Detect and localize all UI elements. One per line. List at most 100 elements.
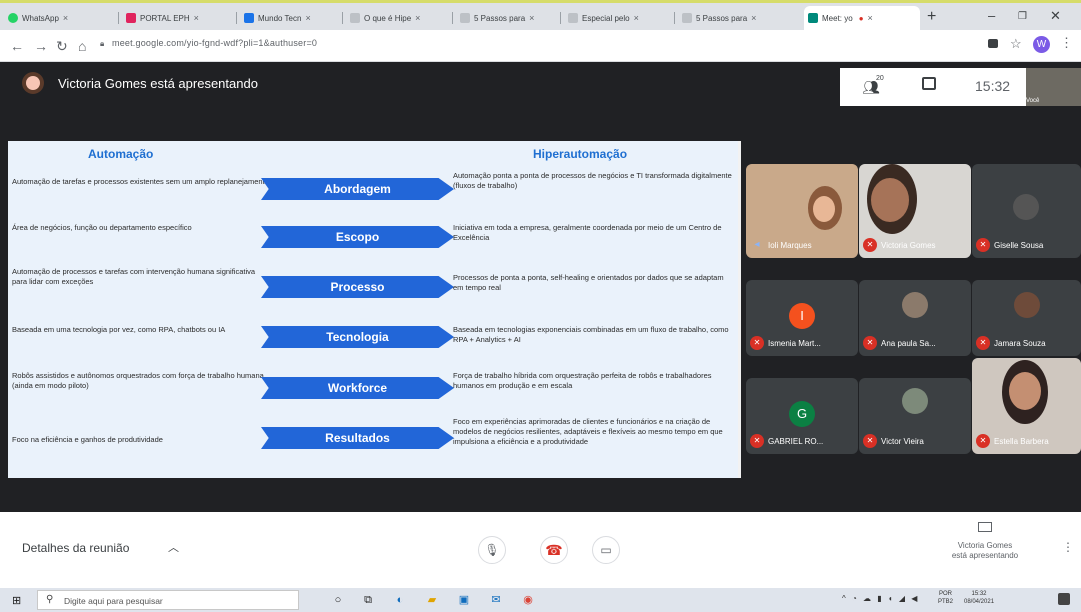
mail-icon[interactable]: ✉ bbox=[488, 592, 504, 608]
chat-icon[interactable] bbox=[922, 77, 936, 90]
bookmark-star-icon[interactable]: ☆ bbox=[1010, 36, 1022, 52]
slide-row-right-text: Iniciativa em toda a empresa, geralmente… bbox=[453, 223, 722, 242]
mic-off-icon: ✕ bbox=[976, 434, 990, 448]
close-tab-icon[interactable]: × bbox=[529, 13, 534, 23]
slide-row: Foco na eficiência e ganhos de produtivi… bbox=[8, 413, 741, 461]
profile-avatar[interactable]: W bbox=[1033, 36, 1050, 53]
task-view-icon[interactable]: ⧉ bbox=[360, 592, 376, 608]
page-icon bbox=[568, 13, 578, 23]
tab-meet[interactable]: Meet: yo ● × bbox=[804, 6, 920, 30]
participant-tile[interactable]: ✕ Victoria Gomes bbox=[859, 164, 971, 258]
edge-icon[interactable]: ◐ bbox=[392, 592, 408, 608]
tab-passos-2[interactable]: 5 Passos para × bbox=[678, 6, 778, 30]
taskbar-clock[interactable]: 15:32 08/04/2021 bbox=[964, 590, 994, 606]
store-icon[interactable]: ▣ bbox=[456, 592, 472, 608]
microphone-icon: 🎙︎ bbox=[484, 543, 500, 557]
participant-face bbox=[1009, 372, 1041, 410]
meet-top-controls: 👥︎ 20 15:32 Você bbox=[840, 68, 1081, 106]
mic-off-icon: ✕ bbox=[750, 336, 764, 350]
mic-on-icon: ◂ bbox=[754, 239, 760, 250]
search-icon: ⚲ bbox=[46, 594, 54, 605]
system-tray-icons[interactable]: ^ ◔ ☁ ▮ ◖ ◢ ◀ bbox=[842, 594, 919, 603]
page-icon bbox=[350, 13, 360, 23]
windows-start-icon[interactable]: ⊞ bbox=[12, 594, 21, 607]
participant-name: Victor Vieira bbox=[881, 437, 924, 446]
slide-row-left-text: Área de negócios, função ou departamento… bbox=[12, 223, 192, 232]
presenting-status[interactable]: Victoria Gomes está apresentando bbox=[935, 522, 1035, 561]
microphone-button[interactable]: 🎙︎ bbox=[478, 536, 506, 564]
participant-tile[interactable]: ✕ Giselle Sousa bbox=[972, 164, 1081, 258]
home-icon[interactable]: ⌂ bbox=[78, 38, 86, 54]
participant-initial-avatar: I bbox=[789, 302, 815, 329]
participant-face bbox=[871, 178, 909, 222]
window-close-icon[interactable]: ✕ bbox=[1050, 8, 1061, 24]
self-view-tile[interactable]: Você bbox=[1026, 68, 1081, 106]
people-count: 20 bbox=[876, 75, 884, 82]
close-tab-icon[interactable]: × bbox=[63, 13, 68, 23]
slide-row-right-text: Baseada em tecnologias exponenciais comb… bbox=[453, 325, 729, 344]
slide-row-left-text: Automação de processos e tarefas com int… bbox=[12, 267, 256, 286]
reload-icon[interactable]: ↻ bbox=[56, 38, 68, 55]
new-tab-icon[interactable]: + bbox=[927, 8, 936, 26]
participant-tile[interactable]: ✕ Victor Vieira bbox=[859, 378, 971, 454]
language-indicator[interactable]: POR PTB2 bbox=[938, 590, 953, 606]
screen: WhatsApp × PORTAL EPH × Mundo Tecn × O que … bbox=[0, 0, 1081, 612]
close-tab-icon[interactable]: × bbox=[634, 13, 639, 23]
tab-passos[interactable]: 5 Passos para × bbox=[456, 6, 556, 30]
close-tab-icon[interactable]: × bbox=[415, 13, 420, 23]
taskbar-search-input[interactable]: ⚲ Digite aqui para pesquisar bbox=[37, 590, 299, 610]
tab-hiperautomacao[interactable]: O que é Hipe × bbox=[346, 6, 446, 30]
slide-row-left-text: Automação de tarefas e processos existen… bbox=[12, 177, 269, 186]
mic-off-icon: ✕ bbox=[863, 336, 877, 350]
minimize-icon[interactable]: – bbox=[988, 8, 995, 23]
lock-icon: 🔒︎ bbox=[100, 39, 105, 48]
tab-whatsapp[interactable]: WhatsApp × bbox=[4, 6, 102, 30]
forward-icon[interactable]: → bbox=[34, 38, 48, 54]
slide-row-right-text: Automação ponta a ponta de processos de … bbox=[453, 171, 732, 190]
hang-up-button[interactable]: ☎︎ bbox=[540, 536, 568, 564]
notifications-icon[interactable] bbox=[1058, 593, 1070, 605]
browser-menu-icon[interactable]: ⋮ bbox=[1060, 35, 1073, 51]
close-tab-icon[interactable]: × bbox=[194, 13, 199, 23]
close-tab-icon[interactable]: × bbox=[751, 13, 756, 23]
tab-portal[interactable]: PORTAL EPH × bbox=[122, 6, 232, 30]
participant-tile[interactable]: I ✕ Ismenia Mart... bbox=[746, 280, 858, 356]
participant-avatar bbox=[902, 292, 928, 318]
meet-stage: Victoria Gomes está apresentando 👥︎ 20 1… bbox=[0, 62, 1081, 512]
slide-row-label: Abordagem bbox=[261, 178, 454, 200]
recording-dot-icon: ● bbox=[858, 13, 864, 23]
camera-button[interactable]: ▭ bbox=[592, 536, 620, 564]
participant-tile[interactable]: ◂ Ioli Marques bbox=[746, 164, 858, 258]
close-tab-icon[interactable]: × bbox=[868, 13, 873, 23]
mic-off-icon: ✕ bbox=[863, 238, 877, 252]
chevron-up-icon[interactable]: ︿ bbox=[168, 539, 179, 555]
more-options-icon[interactable]: ⋮ bbox=[1062, 540, 1074, 554]
participant-tile[interactable]: ✕ Jamara Souza bbox=[972, 280, 1081, 356]
participant-tile[interactable]: ✕ Ana paula Sa... bbox=[859, 280, 971, 356]
meeting-controls-bar: Detalhes da reunião ︿ 🎙︎ ☎︎ ▭ Victoria G… bbox=[0, 512, 1081, 588]
whatsapp-icon bbox=[8, 13, 18, 23]
mic-off-icon: ✕ bbox=[976, 238, 990, 252]
maximize-icon[interactable]: ❐ bbox=[1018, 11, 1027, 22]
participant-name: Jamara Souza bbox=[994, 339, 1046, 348]
meeting-details-button[interactable]: Detalhes da reunião bbox=[22, 541, 129, 555]
participant-tile[interactable]: G ✕ GABRIEL RO... bbox=[746, 378, 858, 454]
presenter-text: Victoria Gomes está apresentando bbox=[58, 75, 258, 91]
tab-especial[interactable]: Especial pelo × bbox=[564, 6, 664, 30]
close-tab-icon[interactable]: × bbox=[305, 13, 310, 23]
chrome-icon[interactable]: ◉ bbox=[520, 592, 536, 608]
mic-off-icon: ✕ bbox=[750, 434, 764, 448]
slide-row: Robôs assistidos e autônomos orquestrado… bbox=[8, 363, 741, 411]
back-icon[interactable]: ← bbox=[10, 38, 24, 54]
participant-avatar bbox=[1014, 292, 1040, 318]
page-icon bbox=[682, 13, 692, 23]
file-explorer-icon[interactable]: ▰ bbox=[424, 592, 440, 608]
tab-mundo[interactable]: Mundo Tecn × bbox=[240, 6, 340, 30]
camera-extension-icon[interactable] bbox=[988, 39, 998, 48]
cortana-icon[interactable]: ○ bbox=[330, 592, 346, 608]
presenter-avatar bbox=[22, 72, 44, 94]
slide-row: Baseada em uma tecnologia por vez, como … bbox=[8, 313, 741, 361]
url-field[interactable]: meet.google.com/yio-fgnd-wdf?pli=1&authu… bbox=[112, 38, 317, 48]
participant-name: Ismenia Mart... bbox=[768, 339, 821, 348]
participant-tile[interactable]: ✕ Estella Barbera bbox=[972, 358, 1081, 454]
